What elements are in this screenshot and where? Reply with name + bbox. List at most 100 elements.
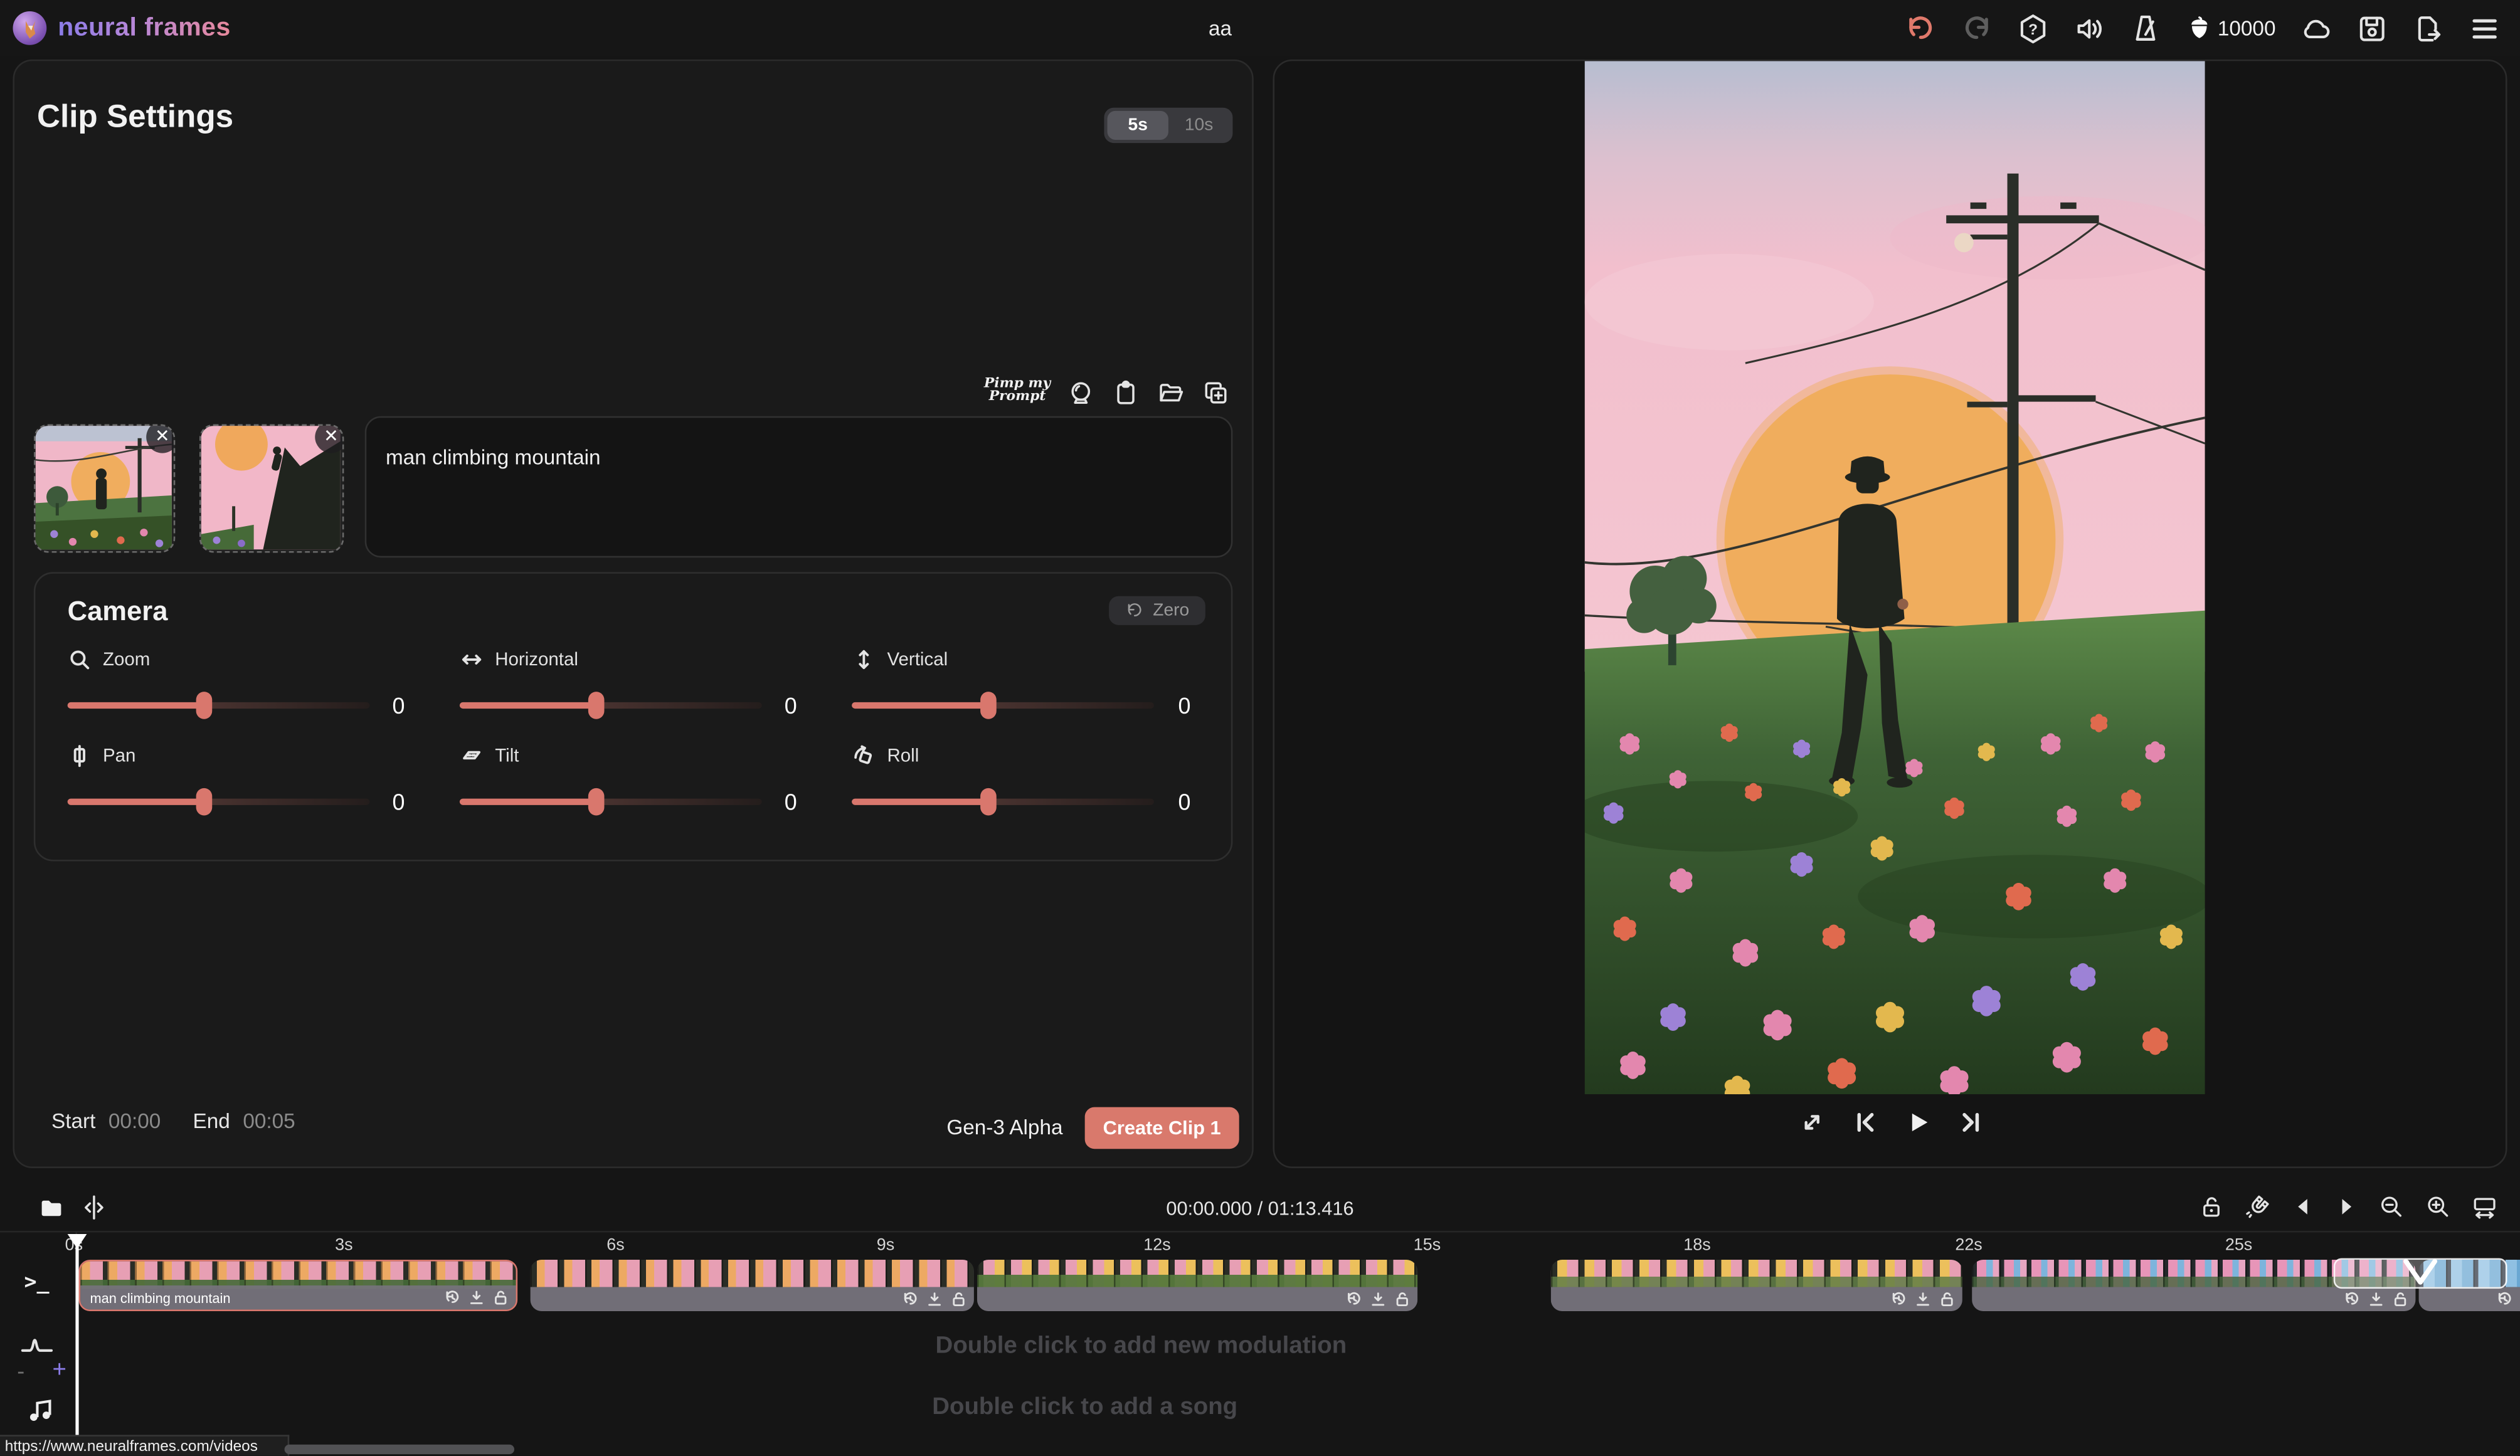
zoom-slider[interactable]	[68, 702, 370, 709]
clip-4[interactable]	[1551, 1260, 1962, 1311]
time-display: 00:00.000 / 01:13.416	[0, 1197, 2520, 1220]
timeline-tools	[2199, 1194, 2498, 1220]
pan-slider-thumb[interactable]	[196, 788, 212, 816]
brand[interactable]: neural frames	[13, 11, 231, 45]
prompt-track-icon[interactable]: >_	[24, 1271, 49, 1295]
next-frame-icon[interactable]	[2335, 1196, 2358, 1218]
pimp-my-prompt-button[interactable]: Pimp my Prompt	[982, 377, 1053, 403]
clip-lock-icon[interactable]	[1394, 1290, 1411, 1308]
clip-3-filmstrip	[977, 1260, 1417, 1287]
brand-avatar	[13, 11, 47, 45]
copy-plus-icon[interactable]	[1202, 379, 1230, 407]
clip-6-actions	[2496, 1290, 2514, 1308]
horizontal-slider-thumb[interactable]	[588, 692, 604, 719]
prompt-input[interactable]: man climbing mountain	[365, 416, 1233, 558]
tilt-value: 0	[771, 789, 810, 815]
clip-2-actions	[902, 1290, 968, 1308]
tilt-slider-thumb[interactable]	[588, 788, 604, 816]
horizontal-slider[interactable]	[460, 702, 762, 709]
clip-download-icon[interactable]	[1369, 1290, 1387, 1308]
save-icon[interactable]	[2356, 12, 2388, 44]
timeline-ruler[interactable]	[75, 1232, 2520, 1260]
clip-3[interactable]	[977, 1260, 1417, 1311]
crystal-ball-icon[interactable]	[1067, 379, 1095, 407]
prev-frame-icon[interactable]	[2292, 1196, 2314, 1218]
cloud-icon[interactable]	[2300, 12, 2332, 44]
duration-5s-button[interactable]: 5s	[1108, 111, 1168, 140]
roll-slider-thumb[interactable]	[980, 788, 996, 816]
fit-timeline-icon[interactable]	[2472, 1194, 2497, 1220]
redo-icon[interactable]	[1961, 12, 1993, 44]
clip-lock-icon[interactable]	[2391, 1290, 2409, 1308]
start-label: Start	[51, 1109, 95, 1132]
clip-1-label: man climbing mountain	[80, 1289, 230, 1306]
model-selector[interactable]: Gen-3 Alpha	[946, 1115, 1062, 1139]
clip-2[interactable]	[531, 1260, 974, 1311]
playhead[interactable]	[75, 1234, 78, 1435]
help-icon[interactable]: ?	[2017, 12, 2049, 44]
reference-thumbnail-2[interactable]: ✕	[199, 425, 344, 553]
play-icon[interactable]	[1905, 1109, 1932, 1136]
slider-name: Roll	[887, 746, 919, 766]
end-value[interactable]: 00:05	[243, 1109, 295, 1132]
undo-icon[interactable]	[1904, 12, 1936, 44]
open-folder-icon[interactable]	[1157, 379, 1185, 407]
metronome-icon[interactable]	[2129, 12, 2161, 44]
clip-history-icon[interactable]	[443, 1289, 461, 1306]
clip-history-icon[interactable]	[1345, 1290, 1363, 1308]
clip-history-icon[interactable]	[2496, 1290, 2514, 1308]
menu-icon[interactable]	[2469, 12, 2501, 44]
duration-10s-button[interactable]: 10s	[1168, 111, 1229, 140]
clip-download-icon[interactable]	[1914, 1290, 1932, 1308]
reference-thumbnail-1[interactable]: ✕	[34, 425, 176, 553]
zoom-in-icon[interactable]	[2425, 1194, 2451, 1220]
clip-2-filmstrip	[531, 1260, 974, 1287]
clip-history-icon[interactable]	[1890, 1290, 1908, 1308]
slider-name: Vertical	[887, 650, 948, 670]
clip-1[interactable]: man climbing mountain	[79, 1260, 518, 1311]
zoom-slider-thumb[interactable]	[196, 692, 212, 719]
lock-open-icon[interactable]	[2199, 1194, 2225, 1220]
fullscreen-icon[interactable]	[1798, 1109, 1826, 1136]
credits-counter[interactable]: 10000	[2186, 14, 2276, 42]
modulation-remove-button[interactable]: -	[9, 1358, 32, 1383]
modulation-add-button[interactable]: +	[48, 1356, 71, 1384]
song-hint[interactable]: Double click to add a song	[932, 1393, 1237, 1421]
transition-marker-icon[interactable]	[2401, 1258, 2440, 1287]
vertical-slider[interactable]	[852, 702, 1154, 709]
timeline: 00:00.000 / 01:13.416 0s 3s 6s 9s 12s 15…	[0, 1183, 2520, 1456]
modulation-hint[interactable]: Double click to add new modulation	[936, 1332, 1347, 1359]
export-icon[interactable]	[2412, 12, 2444, 44]
roll-slider[interactable]	[852, 799, 1154, 805]
clip-lock-icon[interactable]	[1938, 1290, 1956, 1308]
zoom-value: 0	[379, 692, 418, 718]
clip-download-icon[interactable]	[2368, 1290, 2385, 1308]
clip-lock-icon[interactable]	[492, 1289, 509, 1306]
clip-history-icon[interactable]	[2343, 1290, 2361, 1308]
slider-name: Tilt	[495, 746, 519, 766]
tilt-slider[interactable]	[460, 799, 762, 805]
pan-slider[interactable]	[68, 799, 370, 805]
clip-history-icon[interactable]	[902, 1290, 919, 1308]
zoom-icon	[68, 648, 92, 672]
vertical-value: 0	[1165, 692, 1204, 718]
vertical-slider-thumb[interactable]	[980, 692, 996, 719]
status-url-tooltip: https://www.neuralframes.com/videos	[0, 1435, 289, 1455]
clip-download-icon[interactable]	[468, 1289, 485, 1306]
clip-download-icon[interactable]	[926, 1290, 943, 1308]
skip-end-icon[interactable]	[1957, 1109, 1985, 1136]
volume-icon[interactable]	[2073, 12, 2105, 44]
video-frame-image	[1585, 61, 2205, 1094]
start-value[interactable]: 00:00	[109, 1109, 161, 1132]
create-clip-button[interactable]: Create Clip 1	[1085, 1107, 1239, 1149]
horizontal-scrollbar-thumb[interactable]	[285, 1445, 514, 1454]
zoom-out-icon[interactable]	[2379, 1194, 2405, 1220]
magnet-icon[interactable]	[2245, 1194, 2271, 1220]
project-title[interactable]: aa	[1209, 16, 1232, 40]
clip-lock-icon[interactable]	[950, 1290, 967, 1308]
camera-zero-button[interactable]: Zero	[1109, 596, 1205, 625]
skip-start-icon[interactable]	[1851, 1109, 1879, 1136]
horizontal-value: 0	[771, 692, 810, 718]
paste-icon[interactable]	[1112, 379, 1140, 407]
song-track-icon[interactable]	[24, 1393, 56, 1425]
